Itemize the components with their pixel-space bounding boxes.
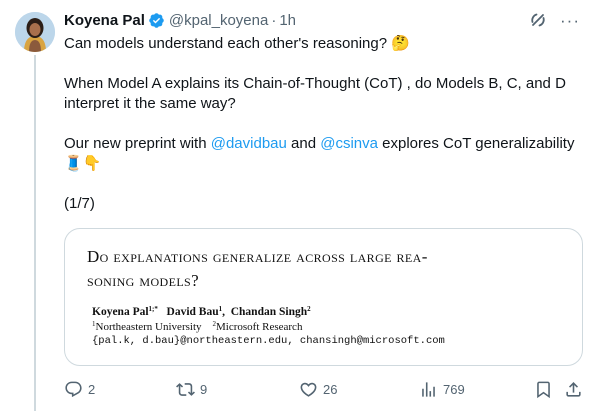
views-icon (422, 381, 435, 397)
avatar-image (15, 12, 55, 52)
like-button[interactable]: 26 (299, 378, 337, 400)
paper-image-card[interactable]: Do explanations generalize across large … (64, 228, 583, 366)
author-3-sup: 2 (307, 305, 311, 313)
action-bar: 2 9 26 769 (64, 378, 584, 400)
bookmark-icon (537, 381, 550, 398)
retweet-count: 9 (200, 381, 208, 397)
paper-affiliations: 1Northeastern University 2Microsoft Rese… (92, 320, 302, 333)
author-1: Koyena Pal (92, 306, 149, 318)
author-name[interactable]: Koyena Pal (64, 12, 145, 29)
paper-title-line-1: Do explanations generalize across large … (87, 247, 428, 266)
views-count: 769 (443, 381, 465, 397)
tweet-line-1: Can models understand each other's reaso… (64, 35, 410, 52)
tweet-text: Can models understand each other's reaso… (64, 34, 584, 214)
author-3: Chandan Singh (230, 306, 308, 318)
grok-icon[interactable] (528, 10, 548, 30)
mention-csinva[interactable]: @csinva (320, 135, 378, 152)
author-2: David Bau (166, 306, 219, 318)
timestamp[interactable]: 1h (279, 12, 296, 29)
thread-line (34, 55, 36, 411)
tweet-line-2: When Model A explains its Chain-of-Thoug… (64, 75, 566, 112)
verified-badge-icon (148, 12, 165, 29)
affil-1: Northeastern University (95, 321, 202, 333)
like-icon (300, 382, 317, 397)
paper-emails: {pal.k, d.bau}@northeastern.edu, chansin… (92, 335, 445, 347)
tweet-header: Koyena Pal @kpal_koyena · 1h (64, 10, 296, 30)
share-icon (566, 381, 581, 397)
tweet-line-3-prefix: Our new preprint with (64, 135, 211, 152)
tweet-line-3-mid: and (286, 135, 321, 152)
top-right-actions: ··· (528, 10, 580, 30)
paper-title-line-2: soning models? (87, 271, 200, 290)
author-2-sup: 1 (218, 305, 223, 313)
tweet-line-3: Our new preprint with @davidbau and @csi… (64, 134, 584, 174)
retweet-icon (176, 382, 195, 396)
thread-counter: (1/7) (64, 195, 95, 212)
views-button[interactable]: 769 (419, 378, 465, 400)
paper-authors: Koyena Pal1;* David Bau1, Chandan Singh2 (92, 305, 311, 318)
more-icon[interactable]: ··· (560, 12, 580, 29)
paper-title: Do explanations generalize across large … (87, 245, 567, 293)
separator-dot: · (271, 11, 277, 29)
reply-icon (65, 381, 82, 397)
mention-davidbau[interactable]: @davidbau (211, 135, 287, 152)
avatar[interactable] (15, 12, 55, 52)
bookmark-button[interactable] (534, 378, 553, 400)
author-handle[interactable]: @kpal_koyena (169, 12, 268, 29)
author-1-sup: 1;* (148, 305, 158, 313)
share-button[interactable] (564, 378, 583, 400)
affil-2: Microsoft Research (216, 321, 303, 333)
reply-button[interactable]: 2 (64, 378, 95, 400)
reply-count: 2 (88, 381, 96, 397)
retweet-button[interactable]: 9 (176, 378, 207, 400)
like-count: 26 (323, 381, 338, 397)
